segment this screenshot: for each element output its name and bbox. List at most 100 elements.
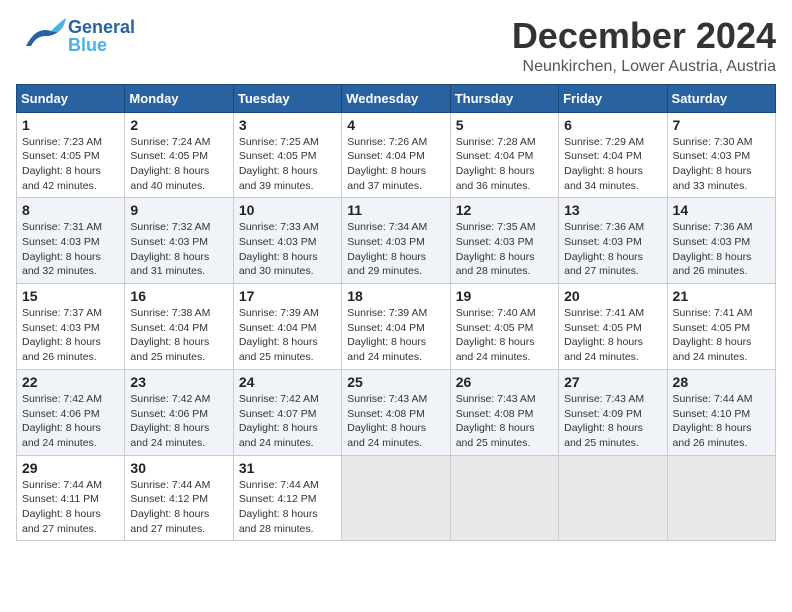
day-number: 6	[564, 117, 661, 133]
calendar-cell	[342, 455, 450, 541]
day-info: Sunrise: 7:31 AMSunset: 4:03 PMDaylight:…	[22, 220, 119, 279]
day-info: Sunrise: 7:43 AMSunset: 4:08 PMDaylight:…	[347, 392, 444, 451]
day-info: Sunrise: 7:36 AMSunset: 4:03 PMDaylight:…	[564, 220, 661, 279]
day-number: 26	[456, 374, 553, 390]
day-number: 3	[239, 117, 336, 133]
calendar-cell: 13 Sunrise: 7:36 AMSunset: 4:03 PMDayligh…	[559, 198, 667, 284]
day-info: Sunrise: 7:42 AMSunset: 4:07 PMDaylight:…	[239, 392, 336, 451]
calendar-cell: 24Sunrise: 7:42 AMSunset: 4:07 PMDayligh…	[233, 369, 341, 455]
calendar-cell	[450, 455, 558, 541]
calendar-table: SundayMondayTuesdayWednesdayThursdayFrid…	[16, 84, 776, 542]
day-number: 11	[347, 202, 444, 218]
day-number: 18	[347, 288, 444, 304]
calendar-cell: 30 Sunrise: 7:44 AMSunset: 4:12 PMDayligh…	[125, 455, 233, 541]
day-info: Sunrise: 7:42 AMSunset: 4:06 PMDaylight:…	[22, 392, 119, 451]
calendar-cell: 9 Sunrise: 7:32 AMSunset: 4:03 PMDaylight…	[125, 198, 233, 284]
day-of-week-header: Thursday	[450, 84, 558, 112]
day-number: 30	[130, 460, 227, 476]
day-of-week-header: Sunday	[17, 84, 125, 112]
day-of-week-header: Saturday	[667, 84, 775, 112]
day-number: 21	[673, 288, 770, 304]
day-info: Sunrise: 7:43 AMSunset: 4:09 PMDaylight:…	[564, 392, 661, 451]
calendar-cell: 22Sunrise: 7:42 AMSunset: 4:06 PMDayligh…	[17, 369, 125, 455]
day-info: Sunrise: 7:29 AMSunset: 4:04 PMDaylight:…	[564, 135, 661, 194]
day-info: Sunrise: 7:39 AMSunset: 4:04 PMDaylight:…	[347, 306, 444, 365]
day-number: 19	[456, 288, 553, 304]
day-info: Sunrise: 7:41 AMSunset: 4:05 PMDaylight:…	[673, 306, 770, 365]
day-info: Sunrise: 7:44 AMSunset: 4:12 PMDaylight:…	[239, 478, 336, 537]
calendar-cell: 19 Sunrise: 7:40 AMSunset: 4:05 PMDayligh…	[450, 284, 558, 370]
page-header: General Blue December 2024 Neunkirchen, …	[16, 16, 776, 76]
calendar-cell: 5Sunrise: 7:28 AMSunset: 4:04 PMDaylight…	[450, 112, 558, 198]
calendar-cell: 3 Sunrise: 7:25 AMSunset: 4:05 PMDaylight…	[233, 112, 341, 198]
calendar-cell	[559, 455, 667, 541]
calendar-cell: 27 Sunrise: 7:43 AMSunset: 4:09 PMDayligh…	[559, 369, 667, 455]
day-info: Sunrise: 7:44 AMSunset: 4:11 PMDaylight:…	[22, 478, 119, 537]
calendar-cell: 16 Sunrise: 7:38 AMSunset: 4:04 PMDayligh…	[125, 284, 233, 370]
day-number: 16	[130, 288, 227, 304]
calendar-cell: 14Sunrise: 7:36 AMSunset: 4:03 PMDayligh…	[667, 198, 775, 284]
day-number: 10	[239, 202, 336, 218]
logo-bird-icon	[16, 16, 66, 56]
day-info: Sunrise: 7:28 AMSunset: 4:04 PMDaylight:…	[456, 135, 553, 194]
calendar-cell: 12Sunrise: 7:35 AMSunset: 4:03 PMDayligh…	[450, 198, 558, 284]
day-number: 14	[673, 202, 770, 218]
logo-blue: Blue	[68, 36, 135, 54]
day-info: Sunrise: 7:33 AMSunset: 4:03 PMDaylight:…	[239, 220, 336, 279]
calendar-week-row: 22Sunrise: 7:42 AMSunset: 4:06 PMDayligh…	[17, 369, 776, 455]
calendar-week-row: 1 Sunrise: 7:23 AMSunset: 4:05 PMDaylight…	[17, 112, 776, 198]
day-info: Sunrise: 7:38 AMSunset: 4:04 PMDaylight:…	[130, 306, 227, 365]
calendar-week-row: 15 Sunrise: 7:37 AMSunset: 4:03 PMDayligh…	[17, 284, 776, 370]
logo: General Blue	[16, 16, 135, 56]
day-info: Sunrise: 7:40 AMSunset: 4:05 PMDaylight:…	[456, 306, 553, 365]
day-info: Sunrise: 7:35 AMSunset: 4:03 PMDaylight:…	[456, 220, 553, 279]
calendar-cell: 31 Sunrise: 7:44 AMSunset: 4:12 PMDayligh…	[233, 455, 341, 541]
calendar-cell: 10 Sunrise: 7:33 AMSunset: 4:03 PMDayligh…	[233, 198, 341, 284]
day-info: Sunrise: 7:32 AMSunset: 4:03 PMDaylight:…	[130, 220, 227, 279]
calendar-cell: 1 Sunrise: 7:23 AMSunset: 4:05 PMDaylight…	[17, 112, 125, 198]
calendar-cell	[667, 455, 775, 541]
day-number: 8	[22, 202, 119, 218]
calendar-cell: 11 Sunrise: 7:34 AMSunset: 4:03 PMDayligh…	[342, 198, 450, 284]
day-number: 28	[673, 374, 770, 390]
header-row: SundayMondayTuesdayWednesdayThursdayFrid…	[17, 84, 776, 112]
calendar-week-row: 8 Sunrise: 7:31 AMSunset: 4:03 PMDaylight…	[17, 198, 776, 284]
calendar-cell: 18 Sunrise: 7:39 AMSunset: 4:04 PMDayligh…	[342, 284, 450, 370]
logo-general: General	[68, 18, 135, 36]
logo-text: General Blue	[68, 18, 135, 54]
day-info: Sunrise: 7:41 AMSunset: 4:05 PMDaylight:…	[564, 306, 661, 365]
day-number: 17	[239, 288, 336, 304]
day-number: 20	[564, 288, 661, 304]
day-number: 15	[22, 288, 119, 304]
day-info: Sunrise: 7:43 AMSunset: 4:08 PMDaylight:…	[456, 392, 553, 451]
day-info: Sunrise: 7:23 AMSunset: 4:05 PMDaylight:…	[22, 135, 119, 194]
day-number: 7	[673, 117, 770, 133]
calendar-cell: 23Sunrise: 7:42 AMSunset: 4:06 PMDayligh…	[125, 369, 233, 455]
day-info: Sunrise: 7:42 AMSunset: 4:06 PMDaylight:…	[130, 392, 227, 451]
day-of-week-header: Tuesday	[233, 84, 341, 112]
day-number: 27	[564, 374, 661, 390]
day-info: Sunrise: 7:44 AMSunset: 4:10 PMDaylight:…	[673, 392, 770, 451]
day-number: 29	[22, 460, 119, 476]
calendar-cell: 28 Sunrise: 7:44 AMSunset: 4:10 PMDayligh…	[667, 369, 775, 455]
day-info: Sunrise: 7:34 AMSunset: 4:03 PMDaylight:…	[347, 220, 444, 279]
day-number: 31	[239, 460, 336, 476]
day-info: Sunrise: 7:44 AMSunset: 4:12 PMDaylight:…	[130, 478, 227, 537]
day-info: Sunrise: 7:25 AMSunset: 4:05 PMDaylight:…	[239, 135, 336, 194]
day-of-week-header: Wednesday	[342, 84, 450, 112]
title-block: December 2024 Neunkirchen, Lower Austria…	[512, 16, 776, 76]
day-number: 13	[564, 202, 661, 218]
day-info: Sunrise: 7:37 AMSunset: 4:03 PMDaylight:…	[22, 306, 119, 365]
day-number: 1	[22, 117, 119, 133]
day-number: 2	[130, 117, 227, 133]
day-info: Sunrise: 7:39 AMSunset: 4:04 PMDaylight:…	[239, 306, 336, 365]
day-info: Sunrise: 7:24 AMSunset: 4:05 PMDaylight:…	[130, 135, 227, 194]
day-number: 4	[347, 117, 444, 133]
day-info: Sunrise: 7:26 AMSunset: 4:04 PMDaylight:…	[347, 135, 444, 194]
calendar-cell: 4 Sunrise: 7:26 AMSunset: 4:04 PMDaylight…	[342, 112, 450, 198]
calendar-cell: 7Sunrise: 7:30 AMSunset: 4:03 PMDaylight…	[667, 112, 775, 198]
calendar-header: SundayMondayTuesdayWednesdayThursdayFrid…	[17, 84, 776, 112]
calendar-cell: 20 Sunrise: 7:41 AMSunset: 4:05 PMDayligh…	[559, 284, 667, 370]
calendar-body: 1 Sunrise: 7:23 AMSunset: 4:05 PMDaylight…	[17, 112, 776, 541]
day-number: 9	[130, 202, 227, 218]
